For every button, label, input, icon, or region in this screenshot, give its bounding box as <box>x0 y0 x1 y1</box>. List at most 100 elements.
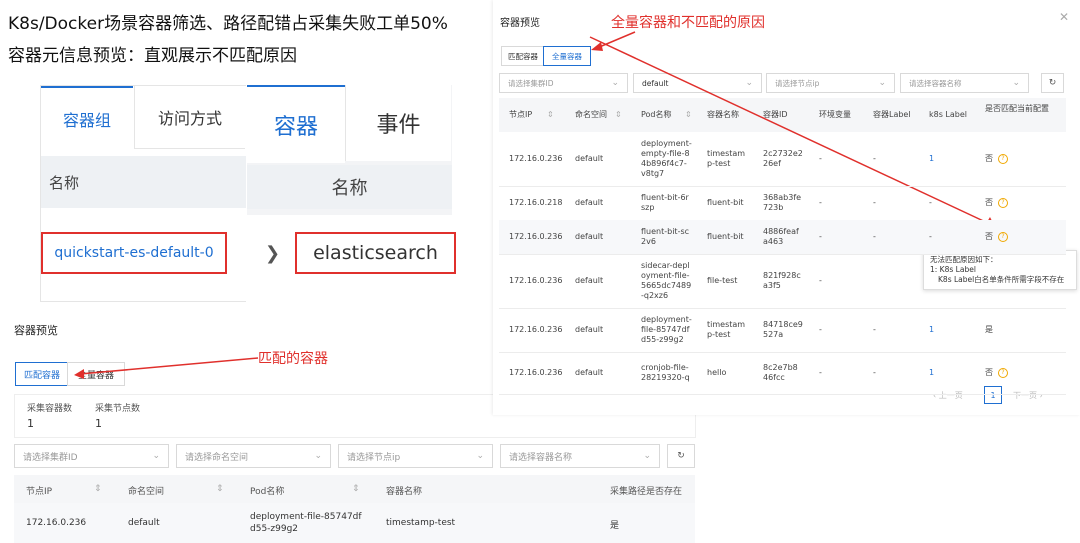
cell-match: 是 <box>985 325 993 334</box>
panel-title: 容器预览 <box>500 18 540 29</box>
cell-match: 否 <box>985 154 993 163</box>
annotation-matched: 匹配的容器 <box>258 351 328 367</box>
column-header-name: 名称 <box>41 156 246 208</box>
cell-label: - <box>873 198 876 207</box>
cell-match: 否 <box>985 368 993 377</box>
cell-name: fluent-bit <box>707 198 744 207</box>
tab-container-group[interactable]: 容器组 <box>41 86 133 150</box>
sort-icon[interactable]: ⇕ <box>216 484 224 494</box>
table-row: 172.16.0.218 default fluent-bit-6r szp flue… <box>499 186 1066 221</box>
stat-label-nodes: 采集节点数 <box>95 404 141 414</box>
cell-ns: default <box>575 276 604 285</box>
chevron-down-icon: ⌄ <box>476 451 484 461</box>
cell-name: hello <box>707 368 727 377</box>
column-header-name-b: 名称 <box>247 165 452 209</box>
filter-node-ip[interactable]: 请选择节点ip ⌄ <box>338 444 493 468</box>
filter-container-name[interactable]: 请选择容器名称 ⌄ <box>500 444 660 468</box>
cell-match: 否 <box>985 198 993 207</box>
warning-icon[interactable]: ? <box>998 198 1008 208</box>
table-header: 节点IP ⇕ 命名空间 ⇕ Pod名称 ⇕ 容器名称 采集路径是否存在 <box>14 475 695 503</box>
filter-cluster[interactable]: 请选择集群ID ⌄ <box>14 444 169 468</box>
sort-icon[interactable]: ⇕ <box>352 484 360 494</box>
cell-k8s: 1 <box>929 154 935 163</box>
chevron-down-icon: ⌄ <box>152 451 160 461</box>
cell-name: timestam p-test <box>707 149 746 168</box>
cell-ns: default <box>575 368 604 377</box>
cell-id: 2c2732e2 26ef <box>763 149 803 168</box>
cell-ip: 172.16.0.236 <box>509 154 563 163</box>
pod-link[interactable]: quickstart-es-default-0 <box>41 232 227 274</box>
tab-events[interactable]: 事件 <box>345 85 451 161</box>
stat-value-nodes: 1 <box>95 417 102 430</box>
cell-label: - <box>873 232 876 241</box>
cell-k8s: - <box>929 198 932 207</box>
sort-icon[interactable]: ⇕ <box>547 110 554 120</box>
warning-icon[interactable]: ? <box>998 232 1008 242</box>
table-row: 172.16.0.236 default cronjob-file- 2821932… <box>499 352 1066 395</box>
cell-k8s: 1 <box>929 368 935 377</box>
cell-id: 4886feaf a463 <box>763 227 799 246</box>
chevron-right-icon[interactable]: ❯ <box>265 243 280 264</box>
cell-pod: deployment- file-85747df d55-z99g2 <box>641 315 692 344</box>
cell-k8s: 1 <box>929 325 935 334</box>
cell-ns: default <box>575 232 604 241</box>
cell-id: 84718ce9 527a <box>763 320 803 339</box>
headline-line1: K8s/Docker场景容器筛选、路径配错占采集失败工单50% <box>8 14 448 34</box>
cell-ip: 172.16.0.236 <box>509 368 563 377</box>
refresh-icon[interactable]: ↻ <box>667 444 695 468</box>
table-row: 172.16.0.236 default fluent-bit-sc 2v6 flue… <box>499 220 1066 255</box>
sort-icon[interactable]: ⇕ <box>94 484 102 494</box>
cell-env: - <box>819 154 822 163</box>
tab-matched-containers[interactable]: 匹配容器 <box>501 46 545 66</box>
cell-k8s: - <box>929 232 932 241</box>
cell-ip: 172.16.0.236 <box>509 276 563 285</box>
annotation-arrow <box>74 357 259 379</box>
tab-containers[interactable]: 容器 <box>247 85 345 163</box>
cell-env: - <box>819 325 822 334</box>
stat-value-containers: 1 <box>27 417 34 430</box>
cell-id: 821f928c a3f5 <box>763 271 801 290</box>
table-row: 172.16.0.236 default deployment-file-857… <box>14 503 695 543</box>
cell-pod: sidecar-depl oyment-file- 5665dc7489 -q2… <box>641 261 692 300</box>
cell-ip: 172.16.0.218 <box>509 198 563 207</box>
cell-pod: cronjob-file- 28219320-q <box>641 363 690 382</box>
cell-match: 否 <box>985 232 993 241</box>
warning-icon[interactable]: ? <box>998 154 1008 164</box>
table-row: 172.16.0.236 default deployment- file-8574… <box>499 308 1066 353</box>
cell-env: - <box>819 232 822 241</box>
cell-env: - <box>819 198 822 207</box>
cell-ns: default <box>575 325 604 334</box>
cell-ip: 172.16.0.236 <box>509 232 563 241</box>
right-preview-panel: 容器预览 ✕ 全量容器和不匹配的原因 匹配容器 全量容器 请选择集群ID ⌄ de… <box>493 0 1080 415</box>
close-icon[interactable]: ✕ <box>1059 10 1069 24</box>
table-row: 172.16.0.236 default deployment- empty-fil… <box>499 132 1066 187</box>
cell-env: - <box>819 276 822 285</box>
cell-label: - <box>873 154 876 163</box>
refresh-icon[interactable]: ↻ <box>1041 73 1064 93</box>
headline-line2: 容器元信息预览：直观展示不匹配原因 <box>8 46 297 66</box>
cell-label: - <box>873 325 876 334</box>
container-name-box: elasticsearch <box>295 232 456 274</box>
cell-name: fluent-bit <box>707 232 744 241</box>
cell-ip: 172.16.0.236 <box>509 325 563 334</box>
tab-matched-containers[interactable]: 匹配容器 <box>15 362 69 386</box>
warning-icon[interactable]: ? <box>998 368 1008 378</box>
filter-namespace[interactable]: 请选择命名空间 ⌄ <box>176 444 331 468</box>
stat-label-containers: 采集容器数 <box>27 404 73 414</box>
tab-access-method[interactable]: 访问方式 <box>134 86 245 149</box>
chevron-down-icon: ⌄ <box>1012 78 1020 88</box>
cell-pod: fluent-bit-6r szp <box>641 193 689 212</box>
chevron-down-icon: ⌄ <box>643 451 651 461</box>
pod-list-panel: 容器组 访问方式 名称 quickstart-es-default-0 <box>40 85 246 302</box>
cell-id: 8c2e7b8 46fcc <box>763 363 798 382</box>
cell-ns: default <box>575 154 604 163</box>
table-row: 172.16.0.236 default sidecar-depl oyment-f… <box>499 254 1066 309</box>
cell-pod: deployment- empty-file-8 4b896f4c7- v8tg… <box>641 139 692 178</box>
cell-id: 368ab3fe 723b <box>763 193 802 212</box>
tab-all-containers[interactable]: 全量容器 <box>543 46 591 66</box>
cell-pod: fluent-bit-sc 2v6 <box>641 227 690 246</box>
cell-env: - <box>819 368 822 377</box>
cell-name: timestam p-test <box>707 320 746 339</box>
cell-name: file-test <box>707 276 738 285</box>
container-list-panel: 容器 事件 名称 ❯ elasticsearch <box>247 85 456 300</box>
